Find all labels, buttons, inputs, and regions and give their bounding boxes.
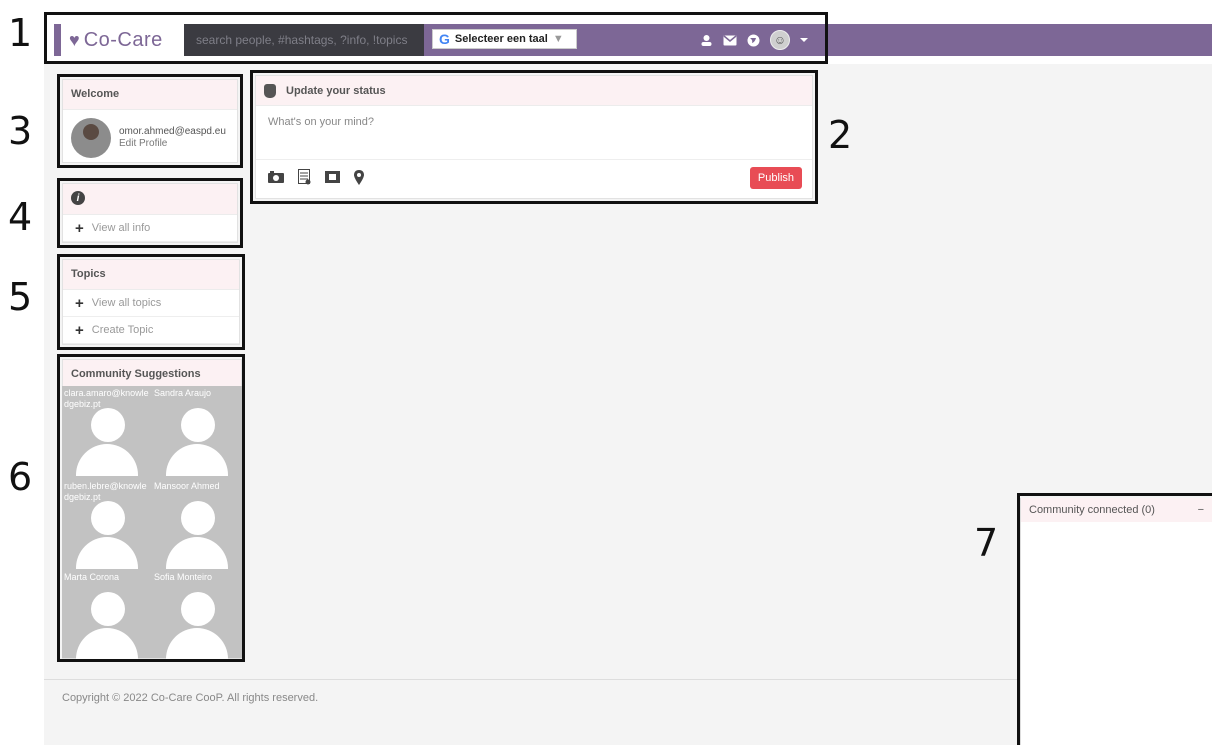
suggestion-name: Sandra Araujo (154, 388, 212, 398)
annotation-box-7 (1017, 493, 1212, 745)
annotation-5: 5 (8, 275, 33, 319)
annotation-4: 4 (8, 195, 33, 239)
annotation-1: 1 (8, 11, 33, 55)
annotation-box-3 (57, 74, 243, 168)
suggestion-name: Sofia Monteiro (154, 572, 213, 582)
suggestion-name: clara.amaro@knowledgebiz.pt (64, 388, 149, 409)
annotation-3: 3 (8, 109, 33, 153)
suggestion-name: ruben.lebre@knowledgebiz.pt (64, 481, 147, 502)
annotation-box-2 (250, 70, 818, 204)
annotation-box-5 (57, 254, 245, 350)
annotation-box-1 (44, 12, 828, 64)
suggestion-name: Mansoor Ahmed (154, 481, 220, 491)
annotation-2: 2 (828, 113, 853, 157)
annotation-7: 7 (974, 521, 999, 565)
annotation-box-4 (57, 178, 243, 248)
footer-divider (44, 679, 1020, 680)
annotation-6: 6 (8, 455, 33, 499)
page: 1 2 3 4 5 6 7 ♥ Co-Care search people, #… (0, 0, 1212, 745)
footer-copyright: Copyright © 2022 Co-Care CooP. All right… (62, 692, 319, 704)
suggestion-name: Marta Corona (64, 572, 120, 582)
